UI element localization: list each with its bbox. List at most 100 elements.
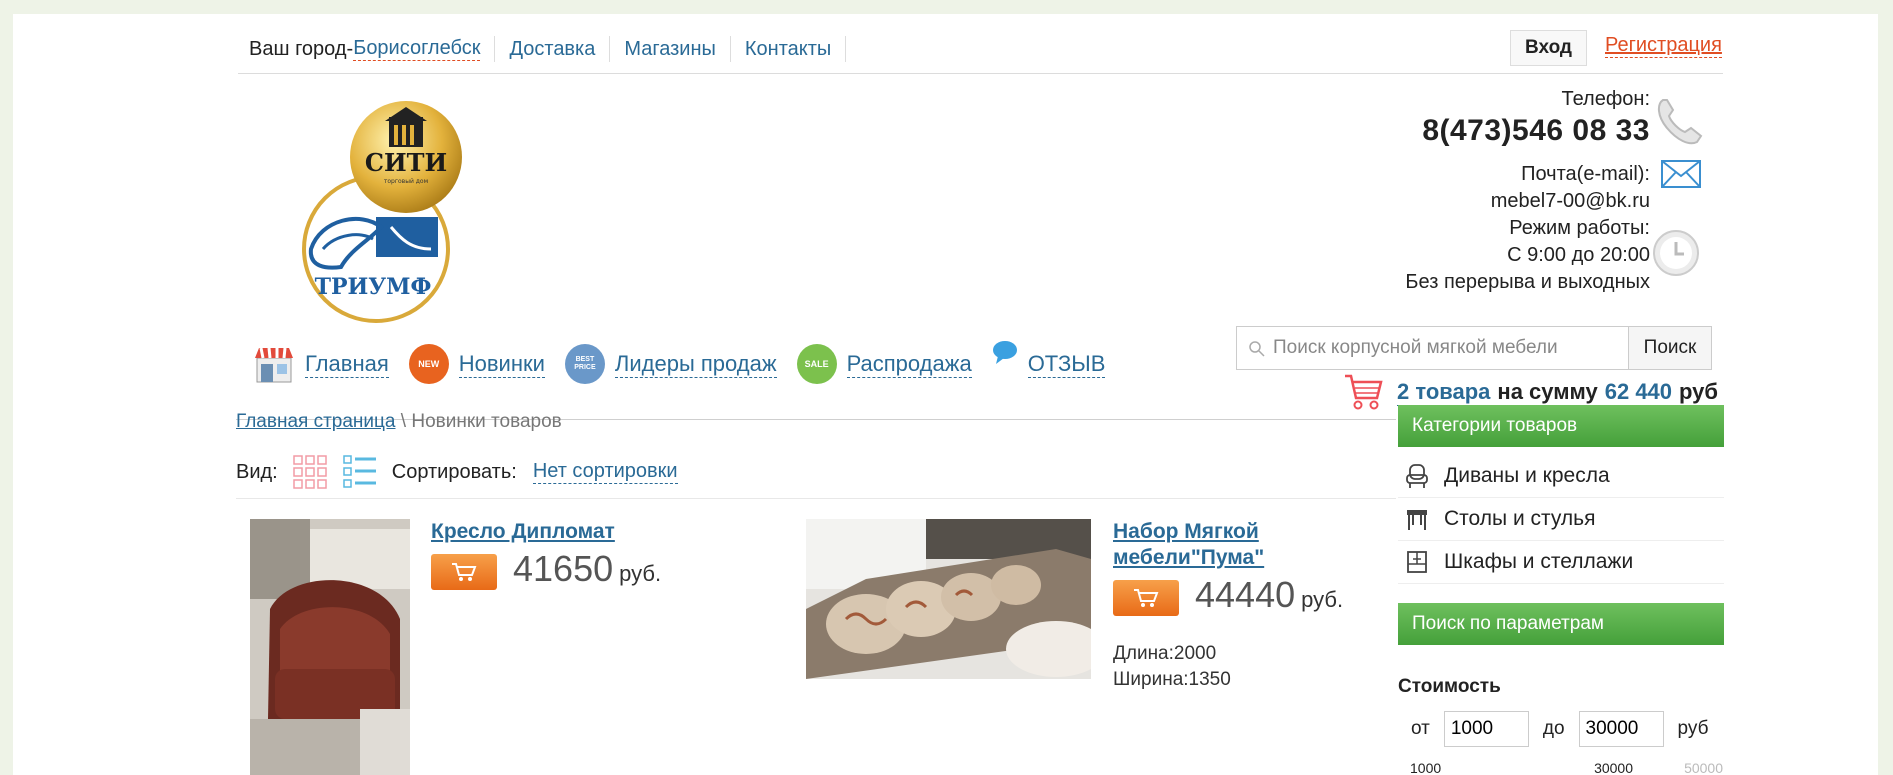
category-label: Диваны и кресла bbox=[1444, 464, 1610, 487]
add-to-cart-button[interactable] bbox=[1113, 580, 1179, 616]
cart-sum[interactable]: 62 440 bbox=[1604, 379, 1673, 406]
cart-currency: руб bbox=[1679, 379, 1719, 404]
product-price: 44440 руб. bbox=[1195, 574, 1343, 616]
category-item-sofas[interactable]: Диваны и кресла bbox=[1398, 455, 1724, 498]
city-label: Ваш город- bbox=[249, 37, 354, 60]
categories-header: Категории товаров bbox=[1398, 405, 1724, 447]
phone-number[interactable]: 8(473)546 08 33 bbox=[1405, 113, 1650, 149]
product-price: 41650 руб. bbox=[513, 548, 661, 590]
price-filter-label: Стоимость bbox=[1398, 676, 1501, 697]
nav-label-bestsellers: Лидеры продаж bbox=[614, 350, 777, 378]
cart-count-link[interactable]: 2 товара bbox=[1397, 379, 1491, 406]
product-image[interactable] bbox=[250, 519, 410, 775]
price-value: 41650 bbox=[513, 548, 614, 589]
nav-label-sale: Распродажа bbox=[846, 350, 972, 378]
breadcrumb-separator: \ bbox=[395, 411, 412, 432]
category-label: Столы и стулья bbox=[1444, 507, 1596, 530]
slider-current-label: 30000 bbox=[1594, 760, 1633, 775]
price-slider-scale: 1000 30000 50000 bbox=[1410, 760, 1723, 775]
spec-width: Ширина:1350 bbox=[1113, 669, 1231, 690]
wardrobe-icon bbox=[1404, 549, 1430, 575]
phone-label: Телефон: bbox=[1561, 88, 1650, 110]
shops-link[interactable]: Магазины bbox=[624, 38, 716, 61]
nav-item-review[interactable]: ОТЗЫВ bbox=[992, 341, 1106, 378]
register-link[interactable]: Регистрация bbox=[1605, 34, 1722, 58]
logo-bottom-text: ТРИУМФ bbox=[315, 274, 432, 300]
price-value: 44440 bbox=[1195, 574, 1296, 615]
email-address[interactable]: mebel7-00@bk.ru bbox=[1405, 188, 1650, 215]
phone-icon bbox=[1651, 94, 1707, 155]
price-to-label: до bbox=[1542, 718, 1565, 739]
hours-note: Без перерыва и выходных bbox=[1405, 271, 1650, 293]
nav-item-bestsellers[interactable]: BEST PRICE Лидеры продаж bbox=[564, 344, 777, 384]
speech-bubble-icon bbox=[992, 341, 1017, 364]
nav-item-new[interactable]: NEW Новинки bbox=[408, 344, 545, 384]
main-nav: Главная NEW Новинки BEST PRICE Лидеры пр… bbox=[253, 341, 1125, 384]
site-logo[interactable]: СИТИ торговый дом ТРИУМФ bbox=[281, 99, 491, 329]
armchair-icon bbox=[1404, 463, 1430, 489]
category-item-wardrobes[interactable]: Шкафы и стеллажи bbox=[1398, 541, 1724, 584]
table-icon bbox=[1404, 506, 1430, 532]
grid-view-icon[interactable] bbox=[292, 454, 328, 490]
sale-badge-icon: SALE bbox=[796, 344, 837, 384]
login-button[interactable]: Вход bbox=[1510, 30, 1587, 66]
logo-top-small: торговый дом bbox=[384, 178, 428, 185]
search-input[interactable]: Поиск корпусной мягкой мебели bbox=[1236, 326, 1641, 370]
product-title-link[interactable]: Кресло Дипломат bbox=[431, 519, 615, 545]
nav-label-new: Новинки bbox=[458, 350, 545, 378]
price-currency: руб. bbox=[1301, 587, 1344, 612]
slider-min-label: 1000 bbox=[1410, 760, 1442, 775]
mail-icon bbox=[1661, 160, 1701, 193]
filter-header: Поиск по параметрам bbox=[1398, 603, 1724, 645]
nav-label-review: ОТЗЫВ bbox=[1027, 350, 1106, 378]
price-to-input[interactable] bbox=[1578, 711, 1664, 747]
cart-icon bbox=[1345, 374, 1383, 410]
nav-item-sale[interactable]: SALE Распродажа bbox=[796, 344, 972, 384]
hours-value: С 9:00 до 20:00 bbox=[1507, 244, 1650, 266]
cart-icon bbox=[452, 563, 477, 581]
search-placeholder: Поиск корпусной мягкой мебели bbox=[1273, 337, 1558, 358]
sort-label: Сортировать: bbox=[391, 460, 517, 483]
nav-item-home[interactable]: Главная bbox=[253, 344, 389, 384]
cart-sum-label: на сумму bbox=[1497, 379, 1598, 404]
top-links-bar: Ваш город- Борисоглебск Доставка Магазин… bbox=[249, 36, 860, 62]
view-label: Вид: bbox=[236, 460, 278, 483]
header-divider bbox=[238, 73, 1723, 74]
list-view-icon[interactable] bbox=[342, 454, 378, 490]
breadcrumb: Главная страница \ Новинки товаров bbox=[236, 411, 562, 433]
city-selector-link[interactable]: Борисоглебск bbox=[353, 37, 481, 61]
add-to-cart-button[interactable] bbox=[431, 554, 497, 590]
email-label: Почта(e-mail): bbox=[1521, 163, 1650, 185]
hours-label: Режим работы: bbox=[1509, 217, 1650, 239]
logo-top-text: СИТИ bbox=[365, 148, 447, 177]
store-icon bbox=[255, 347, 293, 383]
nav-label-home: Главная bbox=[305, 350, 389, 378]
contacts-link[interactable]: Контакты bbox=[745, 38, 831, 61]
price-from-input[interactable] bbox=[1443, 711, 1529, 747]
slider-max-label: 50000 bbox=[1684, 760, 1723, 775]
breadcrumb-current: Новинки товаров bbox=[411, 411, 562, 432]
category-label: Шкафы и стеллажи bbox=[1444, 550, 1634, 573]
breadcrumb-home-link[interactable]: Главная страница bbox=[236, 411, 396, 432]
viewbar-divider bbox=[236, 498, 1396, 499]
sort-dropdown[interactable]: Нет сортировки bbox=[532, 460, 678, 484]
product-specs: Длина:2000 Ширина:1350 bbox=[1113, 641, 1231, 693]
price-currency: руб. bbox=[619, 561, 662, 586]
price-from-label: от bbox=[1411, 718, 1430, 739]
spec-length: Длина:2000 bbox=[1113, 643, 1217, 664]
price-currency: руб bbox=[1677, 718, 1709, 739]
view-sort-bar: Вид: Сортировать: Нет сортировки bbox=[236, 454, 678, 490]
price-filter-row: от до руб bbox=[1411, 711, 1708, 747]
product-title-link[interactable]: Набор Мягкой мебели"Пума" bbox=[1113, 519, 1283, 571]
delivery-link[interactable]: Доставка bbox=[509, 38, 595, 61]
search-icon bbox=[1249, 341, 1265, 357]
best-price-badge-icon: BEST PRICE bbox=[564, 344, 605, 384]
new-badge-icon: NEW bbox=[408, 344, 449, 384]
search-button[interactable]: Поиск bbox=[1628, 326, 1712, 370]
page: Ваш город- Борисоглебск Доставка Магазин… bbox=[13, 14, 1878, 775]
cart-icon bbox=[1134, 589, 1159, 607]
clock-icon bbox=[1651, 228, 1701, 283]
product-image[interactable] bbox=[806, 519, 1091, 679]
contacts-block: Телефон: 8(473)546 08 33 Почта(e-mail): … bbox=[1405, 86, 1650, 296]
category-item-tables[interactable]: Столы и стулья bbox=[1398, 498, 1724, 541]
